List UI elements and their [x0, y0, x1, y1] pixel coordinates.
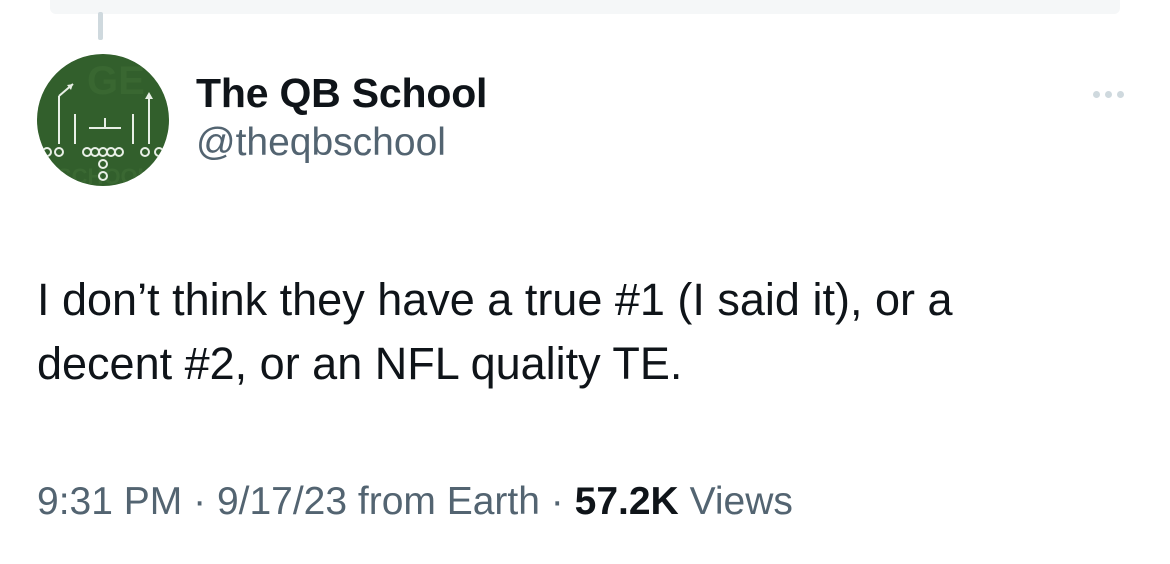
previous-tweet-edge [50, 0, 1120, 14]
tweet-time[interactable]: 9:31 PM [37, 480, 182, 523]
tweet-header: The QB School @theqbschool [196, 68, 487, 166]
svg-text:GE: GE [87, 59, 145, 103]
views-count[interactable]: 57.2K [575, 480, 679, 523]
thread-line [98, 12, 103, 40]
author-display-name[interactable]: The QB School [196, 68, 487, 118]
more-dots-icon [1116, 90, 1124, 98]
more-dots-icon [1092, 90, 1100, 98]
tweet-text: I don’t think they have a true #1 (I sai… [37, 274, 953, 389]
more-options-button[interactable] [1082, 80, 1134, 108]
avatar[interactable]: GE SCHOOL [37, 54, 169, 186]
more-dots-icon [1104, 90, 1112, 98]
meta-separator: · [550, 480, 564, 523]
meta-separator: · [193, 480, 207, 523]
tweet-date-source[interactable]: 9/17/23 from Earth [217, 480, 540, 523]
tweet-detail: GE SCHOOL The QB School @theqbschool I d… [0, 0, 1170, 564]
football-playbook-icon: GE SCHOOL [37, 54, 169, 186]
author-handle[interactable]: @theqbschool [196, 120, 487, 166]
views-label: Views [689, 480, 793, 523]
tweet-meta: 9:31 PM · 9/17/23 from Earth · 57.2K Vie… [37, 478, 793, 526]
